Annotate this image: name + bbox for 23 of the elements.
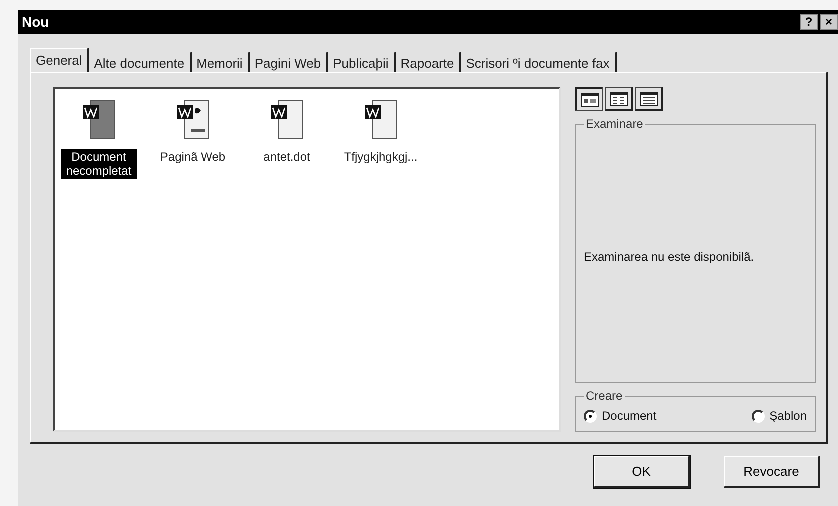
radio-button[interactable]: [752, 410, 765, 422]
template-item[interactable]: Paginã Web: [158, 149, 228, 165]
view-button[interactable]: [635, 87, 663, 111]
template-item[interactable]: Tfjygkjhgkgj...: [342, 149, 420, 165]
tab[interactable]: General: [30, 48, 90, 72]
cancel-button[interactable]: Revocare: [724, 456, 820, 488]
view-button[interactable]: [575, 87, 603, 111]
radio-label: Şablon: [770, 409, 807, 423]
view-button[interactable]: [605, 87, 633, 111]
large-icons-icon: [580, 92, 598, 106]
radio-button[interactable]: [584, 410, 597, 422]
help-button[interactable]: ?: [800, 14, 818, 30]
details-icon: [640, 92, 658, 106]
preview-message: Examinarea nu este disponibilã.: [584, 250, 754, 264]
group-title: Examinare: [585, 117, 644, 131]
template-item[interactable]: antet.dot: [262, 149, 312, 165]
list-icon: [610, 92, 628, 106]
group-title: Creare: [585, 389, 624, 403]
close-button[interactable]: ×: [820, 14, 838, 30]
template-item[interactable]: Document necompletat: [61, 149, 137, 179]
ok-button[interactable]: OK: [594, 456, 690, 488]
window-title: Nou: [22, 14, 50, 30]
radio-label: Document: [602, 409, 657, 423]
